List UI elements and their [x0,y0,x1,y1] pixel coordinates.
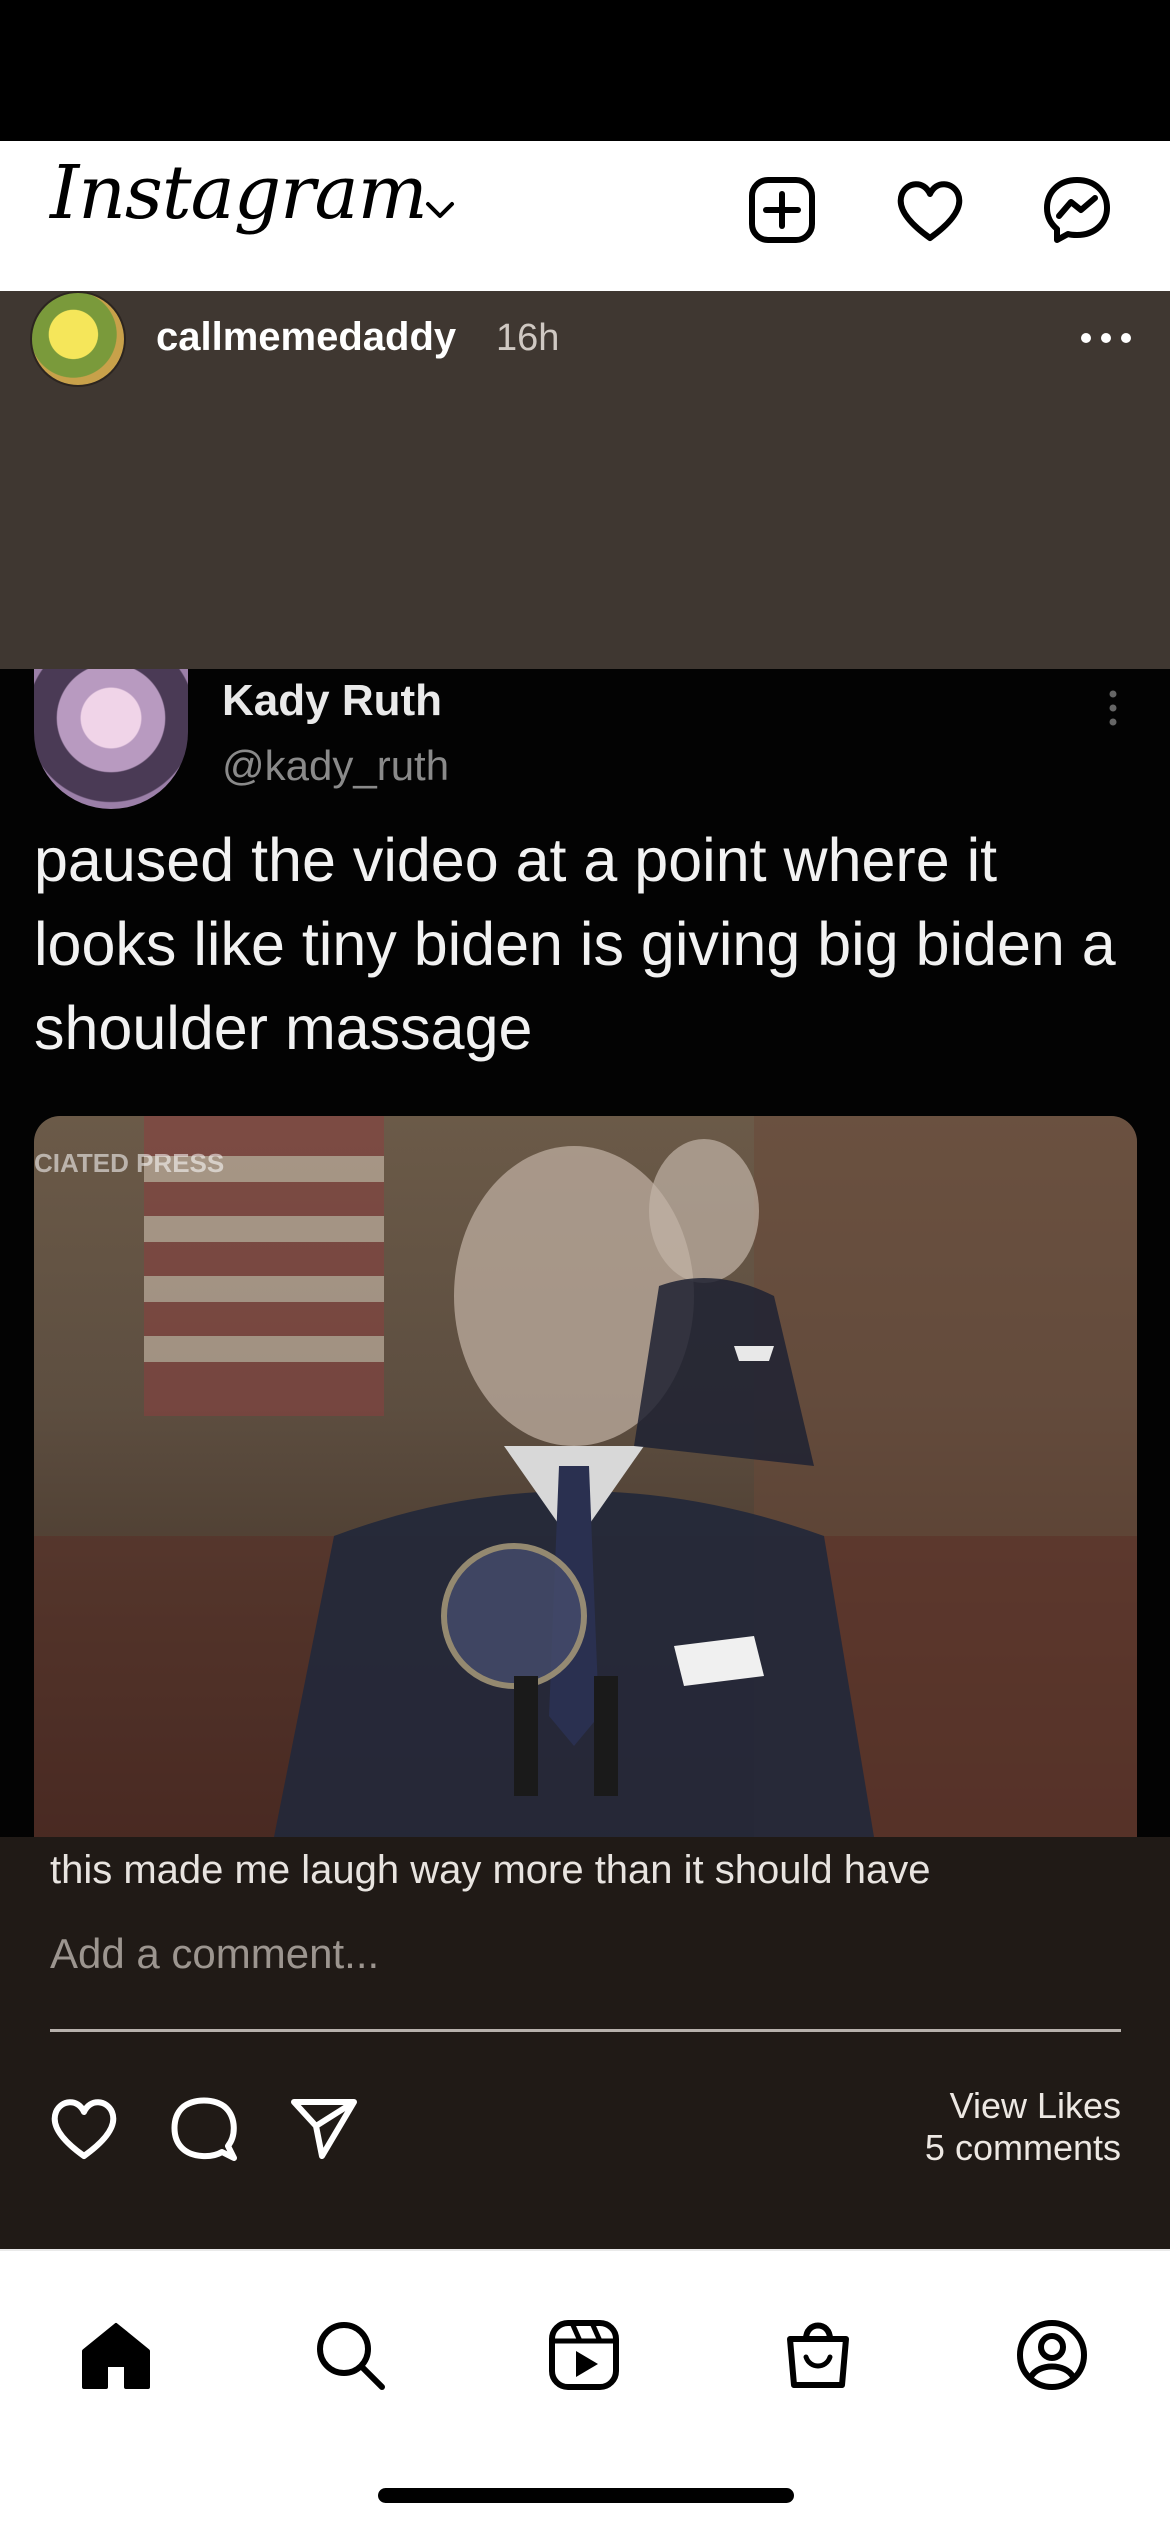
photo-illustration [34,1116,1137,1837]
tweet-author-handle: @kady_ruth [222,742,450,789]
photo-watermark: CIATED PRESS [34,1148,225,1178]
reels-icon[interactable] [546,2317,622,2393]
chevron-down-icon[interactable] [420,190,460,230]
tweet-text: paused the video at a point where it loo… [34,826,1116,1062]
comment-divider [50,2029,1121,2032]
comment-icon[interactable] [166,2090,242,2166]
home-icon[interactable] [78,2317,154,2393]
post-username[interactable]: callmemedaddy [156,315,456,360]
more-vertical-icon [1109,690,1117,726]
add-comment-input[interactable]: Add a comment... [50,1930,379,1978]
view-likes-link[interactable]: View Likes [950,2085,1121,2127]
tweet-author-name: Kady Ruth [222,676,442,725]
status-bar [0,0,1170,141]
profile-icon[interactable] [1014,2317,1090,2393]
tweet-photo: CIATED PRESS [34,1116,1137,1837]
more-horizontal-icon[interactable] [1078,318,1134,358]
post-timestamp: 16h [496,317,560,359]
messenger-icon[interactable] [1039,172,1115,248]
heart-icon[interactable] [892,172,968,248]
instagram-logo[interactable]: Instagram [50,150,428,236]
like-icon[interactable] [46,2090,122,2166]
share-icon[interactable] [286,2090,362,2166]
home-indicator [378,2488,794,2503]
comments-count-link[interactable]: 5 comments [925,2127,1121,2169]
search-icon[interactable] [312,2317,388,2393]
new-post-icon[interactable] [744,172,820,248]
post-caption: this made me laugh way more than it shou… [50,1848,931,1892]
shop-icon[interactable] [780,2317,856,2393]
comment-section [0,1837,1170,2249]
avatar[interactable] [30,291,126,387]
